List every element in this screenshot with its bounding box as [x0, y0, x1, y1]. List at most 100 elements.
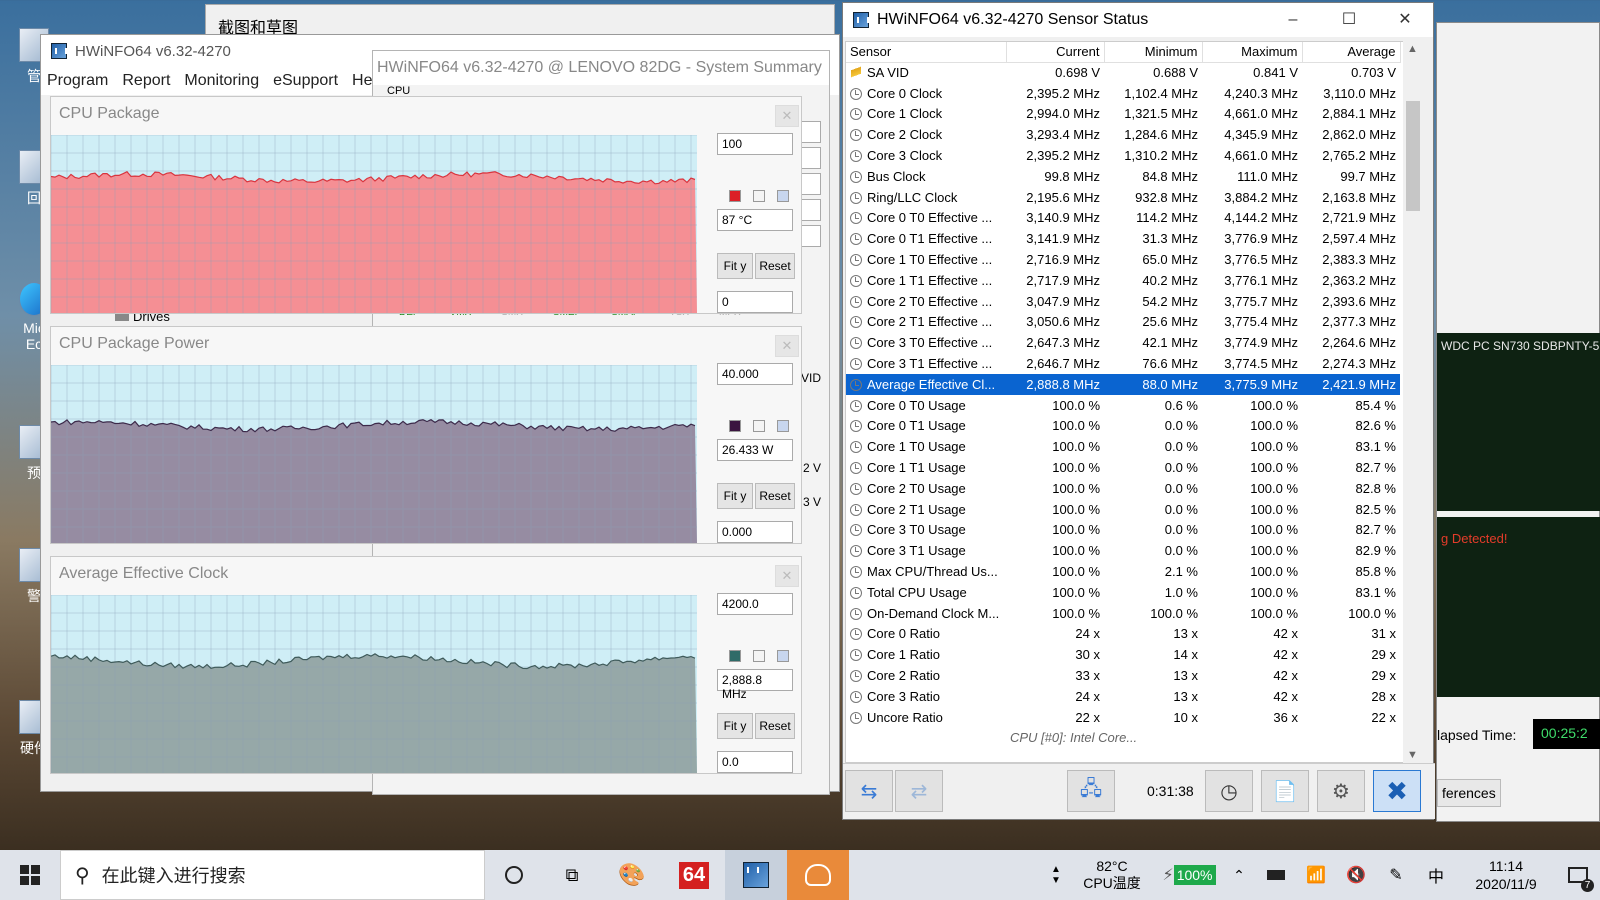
sensor-row[interactable]: Average Effective Cl... 2,888.8 MHz 88.0 M… — [846, 373, 1408, 395]
graph-min-field[interactable]: 0.0 — [717, 751, 793, 773]
sensor-row[interactable]: Max CPU/Thread Us... 100.0 % 2.1 % 100.0 % 8… — [846, 561, 1408, 582]
graph-max-field[interactable]: 40.000 — [717, 363, 793, 385]
graph-min-field[interactable]: 0 — [717, 291, 793, 313]
col-sensor[interactable]: Sensor — [846, 42, 1007, 63]
sensor-row[interactable]: Core 0 T0 Effective ... 3,140.9 MHz 114.2 … — [846, 208, 1408, 229]
graph-swatch-white[interactable] — [753, 650, 765, 662]
sensor-row[interactable]: Core 0 T0 Usage 100.0 % 0.6 % 100.0 % 85.4 % — [846, 395, 1408, 416]
scroll-thumb[interactable] — [1406, 101, 1420, 211]
close-icon[interactable]: ✕ — [775, 105, 799, 127]
close-sensors-button[interactable]: ✖ — [1373, 770, 1421, 812]
network-button[interactable]: 🖧 — [1067, 770, 1115, 812]
sensor-row[interactable]: Core 2 T1 Effective ... 3,050.6 MHz 25.6 M… — [846, 312, 1408, 333]
summary-title-bar[interactable]: HWiNFO64 v6.32-4270 @ LENOVO 82DG - Syst… — [373, 51, 829, 85]
aida64-app[interactable]: 64 — [663, 850, 725, 900]
graph-swatch-blue[interactable] — [777, 190, 789, 202]
reset-button[interactable]: Reset — [755, 713, 795, 739]
ssd-tool-window[interactable]: WDC PC SN730 SDBPNTY-51 g Detected! laps… — [1436, 22, 1600, 822]
sensor-row[interactable]: Core 3 T1 Effective ... 2,646.7 MHz 76.6 M… — [846, 353, 1408, 374]
scroll-up-icon[interactable]: ▲ — [1407, 43, 1418, 55]
sensor-row[interactable]: Core 1 T0 Effective ... 2,716.9 MHz 65.0 M… — [846, 249, 1408, 270]
hwinfo-taskbar-app[interactable] — [725, 850, 787, 900]
tray-battery-percent[interactable]: ⚡ 100% — [1156, 850, 1222, 900]
tray-scroll[interactable]: ▲ ▼ — [1044, 850, 1068, 900]
sensor-row[interactable]: Core 1 Clock 2,994.0 MHz 1,321.5 MHz 4,661.… — [846, 104, 1408, 125]
graph-swatch-white[interactable] — [753, 190, 765, 202]
menu-program[interactable]: Program — [47, 72, 108, 90]
sensor-row[interactable]: Core 1 T1 Usage 100.0 % 0.0 % 100.0 % 82.7 % — [846, 457, 1408, 478]
menu-report[interactable]: Report — [122, 72, 170, 90]
sensor-row[interactable]: Core 3 T0 Effective ... 2,647.3 MHz 42.1 M… — [846, 332, 1408, 353]
sensor-row[interactable]: Core 0 Ratio 24 x 13 x 42 x 31 x — [846, 624, 1408, 645]
menu-monitoring[interactable]: Monitoring — [184, 72, 259, 90]
sensor-row[interactable]: SA VID 0.698 V 0.688 V 0.841 V 0.703 V — [846, 62, 1408, 83]
sensor-row[interactable]: Core 3 Ratio 24 x 13 x 42 x 28 x — [846, 686, 1408, 707]
graph-swatch-blue[interactable] — [777, 650, 789, 662]
preferences-button[interactable]: ferences — [1437, 779, 1501, 807]
tray-ime[interactable]: 中 — [1416, 850, 1456, 900]
close-icon[interactable]: ✕ — [775, 335, 799, 357]
settings-button[interactable]: ⚙ — [1317, 770, 1365, 812]
sensor-row[interactable]: Core 2 Clock 3,293.4 MHz 1,284.6 MHz 4,345.… — [846, 124, 1408, 145]
log-button[interactable]: 📄 — [1261, 770, 1309, 812]
sensor-row[interactable]: Core 2 Ratio 33 x 13 x 42 x 29 x — [846, 665, 1408, 686]
menu-esupport[interactable]: eSupport — [273, 72, 338, 90]
sensor-row[interactable]: Uncore Ratio 22 x 10 x 36 x 22 x — [846, 707, 1408, 728]
sensor-table[interactable]: Sensor Current Minimum Maximum Average S… — [845, 41, 1409, 763]
close-icon[interactable]: ✕ — [1377, 3, 1433, 37]
sensor-row[interactable]: On-Demand Clock M... 100.0 % 100.0 % 100.0 … — [846, 603, 1408, 624]
sensor-row[interactable]: Core 0 T1 Usage 100.0 % 0.0 % 100.0 % 82.6 % — [846, 416, 1408, 437]
sensor-row[interactable]: Bus Clock 99.8 MHz 84.8 MHz 111.0 MHz 99.7 M… — [846, 166, 1408, 187]
fit-y-button[interactable]: Fit y — [717, 713, 753, 739]
paint-app[interactable]: 🎨 — [601, 850, 663, 900]
reset-button[interactable]: Reset — [755, 253, 795, 279]
col-minimum[interactable]: Minimum — [1104, 42, 1203, 63]
table-scrollbar[interactable]: ▲ ▼ — [1403, 41, 1423, 763]
tray-wifi[interactable]: 📶 — [1296, 850, 1336, 900]
sensor-row[interactable]: Core 2 T0 Effective ... 3,047.9 MHz 54.2 M… — [846, 291, 1408, 312]
notification-center[interactable]: 7 — [1556, 850, 1600, 900]
sensor-row[interactable]: Core 2 T1 Usage 100.0 % 0.0 % 100.0 % 82.5 % — [846, 499, 1408, 520]
taskbar-search[interactable]: ⚲ 在此键入进行搜索 — [60, 850, 485, 900]
gamebar-app[interactable] — [787, 850, 849, 900]
graph-panel-average-effective-clock[interactable]: Average Effective Clock ✕ 4200.0 2,888.8… — [50, 556, 802, 774]
graph-max-field[interactable]: 4200.0 — [717, 593, 793, 615]
sensor-row[interactable]: Ring/LLC Clock 2,195.6 MHz 932.8 MHz 3,884.… — [846, 187, 1408, 208]
sensor-status-window[interactable]: HWiNFO64 v6.32-4270 Sensor Status – ☐ ✕ … — [842, 2, 1435, 820]
col-maximum[interactable]: Maximum — [1202, 42, 1303, 63]
nav-expand-button[interactable]: ⇆ — [845, 770, 893, 812]
graph-color-swatch[interactable] — [729, 650, 741, 662]
sensor-row[interactable]: Core 0 Clock 2,395.2 MHz 1,102.4 MHz 4,240.… — [846, 83, 1408, 104]
sensor-row[interactable]: Core 3 Clock 2,395.2 MHz 1,310.2 MHz 4,661.… — [846, 145, 1408, 166]
sensor-group-row[interactable]: CPU [#0]: Intel Core... — [846, 728, 1408, 749]
col-current[interactable]: Current — [1006, 42, 1105, 63]
graph-panel-cpu-package-power[interactable]: CPU Package Power ✕ 40.000 26.433 W Fit … — [50, 326, 802, 544]
tray-overflow[interactable]: ⌃ — [1222, 850, 1256, 900]
tray-volume[interactable]: 🔇 — [1336, 850, 1376, 900]
sensor-row[interactable]: Core 3 T0 Usage 100.0 % 0.0 % 100.0 % 82.7 % — [846, 520, 1408, 541]
menu-help[interactable]: He — [352, 72, 372, 90]
sensor-row[interactable]: Core 0 T1 Effective ... 3,141.9 MHz 31.3 M… — [846, 228, 1408, 249]
start-button[interactable] — [0, 850, 60, 900]
tray-clock[interactable]: 11:14 2020/11/9 — [1456, 850, 1556, 900]
cortana-button[interactable] — [485, 850, 543, 900]
tray-battery[interactable] — [1256, 850, 1296, 900]
tray-cpu-temp[interactable]: 82°C CPU温度 — [1068, 850, 1156, 900]
fit-y-button[interactable]: Fit y — [717, 483, 753, 509]
minimize-icon[interactable]: – — [1265, 3, 1321, 37]
scroll-down-icon[interactable]: ▼ — [1407, 749, 1418, 761]
task-view-button[interactable]: ⧉ — [543, 850, 601, 900]
sensor-row[interactable]: Core 1 T0 Usage 100.0 % 0.0 % 100.0 % 83.1 % — [846, 436, 1408, 457]
sensor-row[interactable]: Core 3 T1 Usage 100.0 % 0.0 % 100.0 % 82.9 % — [846, 540, 1408, 561]
sensor-row[interactable]: Core 1 T1 Effective ... 2,717.9 MHz 40.2 M… — [846, 270, 1408, 291]
fit-y-button[interactable]: Fit y — [717, 253, 753, 279]
reset-button[interactable]: Reset — [755, 483, 795, 509]
col-average[interactable]: Average — [1302, 42, 1401, 63]
graph-color-swatch[interactable] — [729, 190, 741, 202]
graph-panel-cpu-package[interactable]: CPU Package ✕ 100 87 °C Fit y Reset 0 — [50, 96, 802, 314]
sensor-row[interactable]: Core 2 T0 Usage 100.0 % 0.0 % 100.0 % 82.8 % — [846, 478, 1408, 499]
graph-swatch-white[interactable] — [753, 420, 765, 432]
maximize-icon[interactable]: ☐ — [1321, 3, 1377, 37]
close-icon[interactable]: ✕ — [775, 565, 799, 587]
sensor-row[interactable]: Core 1 Ratio 30 x 14 x 42 x 29 x — [846, 644, 1408, 665]
